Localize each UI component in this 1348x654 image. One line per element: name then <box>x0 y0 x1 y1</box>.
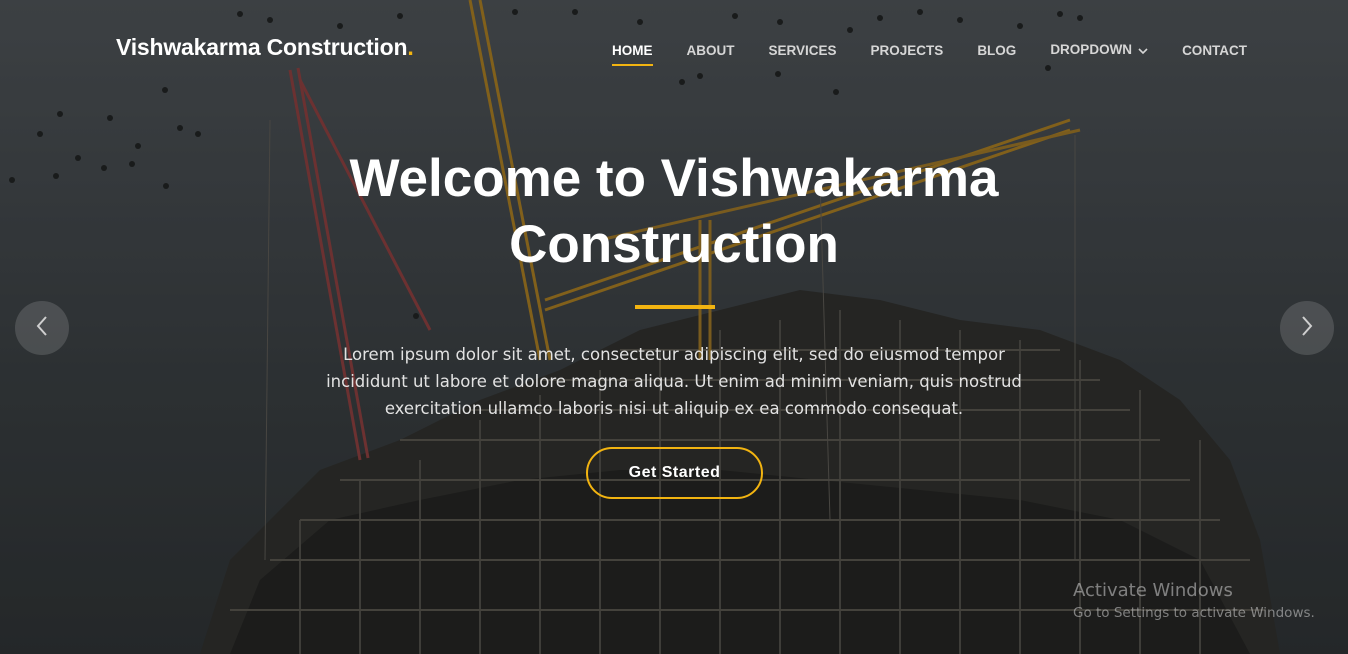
nav-item-contact[interactable]: CONTACT <box>1182 43 1247 58</box>
hero-section: Vishwakarma Construction. HOME ABOUT SER… <box>0 0 1348 654</box>
windows-activation-watermark: Activate Windows Go to Settings to activ… <box>1073 580 1315 624</box>
get-started-button[interactable]: Get Started <box>586 447 763 499</box>
carousel-prev-button[interactable] <box>15 301 69 355</box>
nav-item-dropdown[interactable]: DROPDOWN <box>1050 42 1148 58</box>
hero-overlay <box>0 0 1348 654</box>
nav-item-home[interactable]: HOME <box>612 43 653 66</box>
logo-text: Vishwakarma Construction <box>116 34 408 60</box>
nav-item-projects[interactable]: PROJECTS <box>871 43 944 58</box>
chevron-down-icon <box>1138 43 1148 58</box>
nav-item-about[interactable]: ABOUT <box>687 43 735 58</box>
nav-item-blog[interactable]: BLOG <box>977 43 1016 58</box>
watermark-title: Activate Windows <box>1073 580 1233 601</box>
nav-item-services[interactable]: SERVICES <box>769 43 837 58</box>
carousel-next-button[interactable] <box>1280 301 1334 355</box>
nav-item-dropdown-label: DROPDOWN <box>1050 42 1133 58</box>
title-underline <box>635 305 715 309</box>
watermark-subtitle: Go to Settings to activate Windows. <box>1073 605 1315 621</box>
logo-dot: . <box>407 34 414 60</box>
site-logo[interactable]: Vishwakarma Construction. <box>116 34 414 61</box>
chevron-left-icon <box>35 315 49 342</box>
hero-description: Lorem ipsum dolor sit amet, consectetur … <box>326 345 1022 418</box>
main-nav: HOME ABOUT SERVICES PROJECTS BLOG DROPDO… <box>612 40 1247 66</box>
chevron-right-icon <box>1300 315 1314 342</box>
hero-title: Welcome to Vishwakarma Construction <box>349 149 999 274</box>
